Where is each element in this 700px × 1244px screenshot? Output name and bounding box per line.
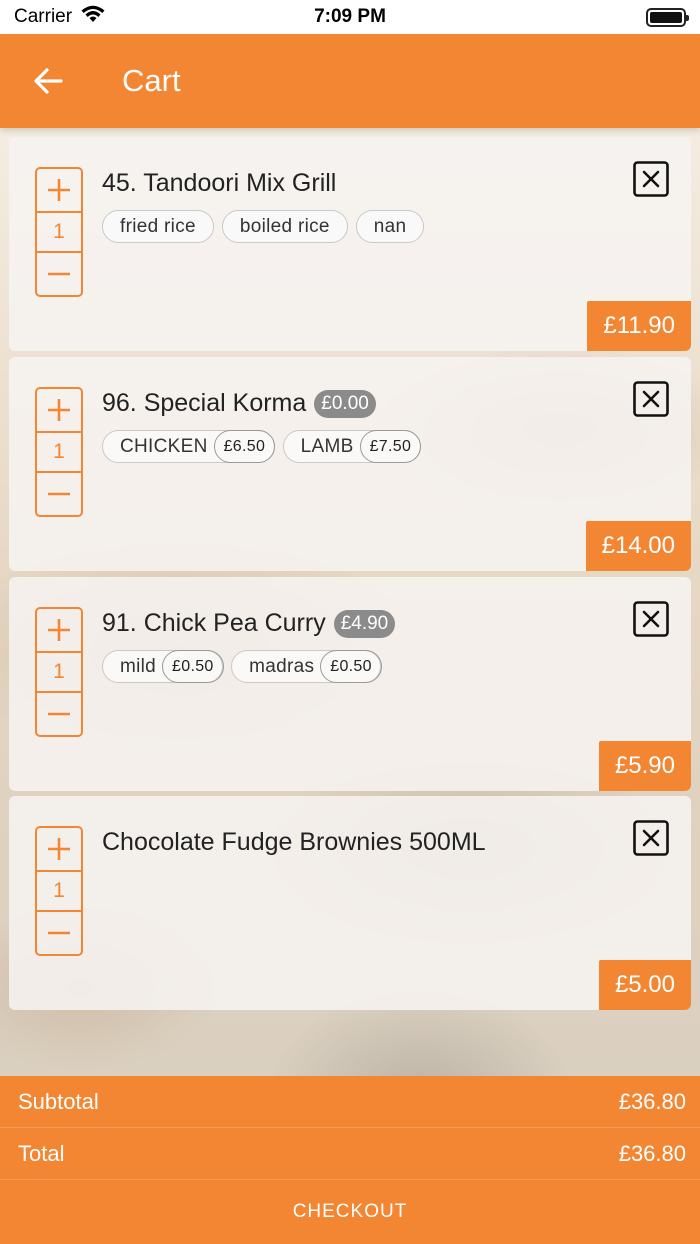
quantity-value: 1 xyxy=(37,651,81,693)
option-label: boiled rice xyxy=(239,215,330,237)
option-chip: boiled rice xyxy=(221,210,348,243)
quantity-value: 1 xyxy=(37,431,81,473)
cart-item: 1 96. Special Korma £0.00 CHICKEN £6.50 … xyxy=(9,357,691,571)
option-price: £0.50 xyxy=(320,650,382,683)
battery-icon xyxy=(646,7,689,27)
option-chip: mild £0.50 xyxy=(102,650,224,683)
minus-icon xyxy=(48,931,70,935)
item-title-row: Chocolate Fudge Brownies 500ML xyxy=(102,828,486,857)
quantity-value: 1 xyxy=(37,211,81,253)
option-price: £6.50 xyxy=(213,430,276,463)
back-button[interactable] xyxy=(20,53,76,109)
remove-item-button[interactable] xyxy=(633,381,669,417)
quantity-stepper: 1 xyxy=(35,167,83,297)
status-bar: Carrier 7:09 PM xyxy=(0,0,700,34)
carrier-label: Carrier xyxy=(14,6,73,27)
increase-quantity-button[interactable] xyxy=(37,828,81,870)
item-total-price: £5.90 xyxy=(598,741,691,791)
total-row: Total £36.80 xyxy=(0,1128,700,1180)
increase-quantity-button[interactable] xyxy=(37,389,81,431)
option-price: £7.50 xyxy=(359,430,422,463)
item-base-price: £4.90 xyxy=(333,609,396,638)
remove-item-button[interactable] xyxy=(633,161,669,197)
increase-quantity-button[interactable] xyxy=(37,609,81,651)
close-box-icon xyxy=(633,161,669,197)
minus-icon xyxy=(48,712,70,716)
navigation-bar: Cart xyxy=(0,34,700,128)
quantity-stepper: 1 xyxy=(35,826,83,956)
option-label: CHICKEN xyxy=(120,435,208,457)
option-label: mild xyxy=(120,655,157,677)
item-name: Chocolate Fudge Brownies 500ML xyxy=(102,828,486,856)
option-label: fried rice xyxy=(120,215,196,237)
cart-item: 1 45. Tandoori Mix Grill fried rice boil… xyxy=(9,137,691,351)
order-summary: Subtotal £36.80 Total £36.80 CHECKOUT xyxy=(0,1076,700,1244)
option-chip: nan xyxy=(355,210,425,243)
arrow-left-icon xyxy=(34,68,63,94)
item-name: 45. Tandoori Mix Grill xyxy=(102,169,337,197)
option-chips: CHICKEN £6.50 LAMB £7.50 xyxy=(102,430,422,463)
close-box-icon xyxy=(633,381,669,417)
cart-item: 1 Chocolate Fudge Brownies 500ML £5.00 xyxy=(9,796,691,1010)
item-base-price: £0.00 xyxy=(314,389,376,418)
status-left: Carrier xyxy=(14,5,106,30)
item-title-row: 96. Special Korma £0.00 xyxy=(102,389,376,418)
minus-icon xyxy=(48,492,70,496)
quantity-value: 1 xyxy=(37,870,81,912)
total-label: Total xyxy=(18,1140,65,1166)
option-price: £0.50 xyxy=(162,650,224,683)
option-label: madras xyxy=(249,655,315,677)
plus-icon xyxy=(48,619,70,641)
option-chip: madras £0.50 xyxy=(231,650,382,683)
item-name: 91. Chick Pea Curry xyxy=(102,609,326,637)
item-total-price: £14.00 xyxy=(585,521,691,571)
minus-icon xyxy=(48,272,70,276)
wifi-icon xyxy=(80,5,106,30)
subtotal-value: £36.80 xyxy=(618,1088,686,1114)
remove-item-button[interactable] xyxy=(633,820,669,856)
plus-icon xyxy=(48,399,70,421)
checkout-button[interactable]: CHECKOUT xyxy=(0,1180,700,1244)
remove-item-button[interactable] xyxy=(633,601,669,637)
subtotal-label: Subtotal xyxy=(18,1088,99,1114)
subtotal-row: Subtotal £36.80 xyxy=(0,1076,700,1128)
decrease-quantity-button[interactable] xyxy=(37,253,81,295)
option-chip: LAMB £7.50 xyxy=(282,430,422,463)
option-chips: mild £0.50 madras £0.50 xyxy=(102,650,382,683)
decrease-quantity-button[interactable] xyxy=(37,693,81,735)
quantity-stepper: 1 xyxy=(35,387,83,517)
option-label: nan xyxy=(373,215,407,237)
cart-item: 1 91. Chick Pea Curry £4.90 mild £0.50 m… xyxy=(9,577,691,791)
option-chip: CHICKEN £6.50 xyxy=(102,430,276,463)
page-title: Cart xyxy=(122,63,181,98)
item-title-row: 45. Tandoori Mix Grill xyxy=(102,169,336,198)
option-chip: fried rice xyxy=(102,210,214,243)
option-chips: fried rice boiled rice nan xyxy=(102,210,425,243)
close-box-icon xyxy=(633,820,669,856)
increase-quantity-button[interactable] xyxy=(37,169,81,211)
decrease-quantity-button[interactable] xyxy=(37,473,81,515)
plus-icon xyxy=(48,838,70,860)
close-box-icon xyxy=(633,601,669,637)
item-total-price: £5.00 xyxy=(598,960,691,1010)
plus-icon xyxy=(48,179,70,201)
total-value: £36.80 xyxy=(618,1140,686,1166)
quantity-stepper: 1 xyxy=(35,607,83,737)
item-title-row: 91. Chick Pea Curry £4.90 xyxy=(102,609,396,638)
item-name: 96. Special Korma xyxy=(102,389,307,417)
option-label: LAMB xyxy=(300,435,354,457)
decrease-quantity-button[interactable] xyxy=(37,912,81,954)
item-total-price: £11.90 xyxy=(587,301,691,351)
